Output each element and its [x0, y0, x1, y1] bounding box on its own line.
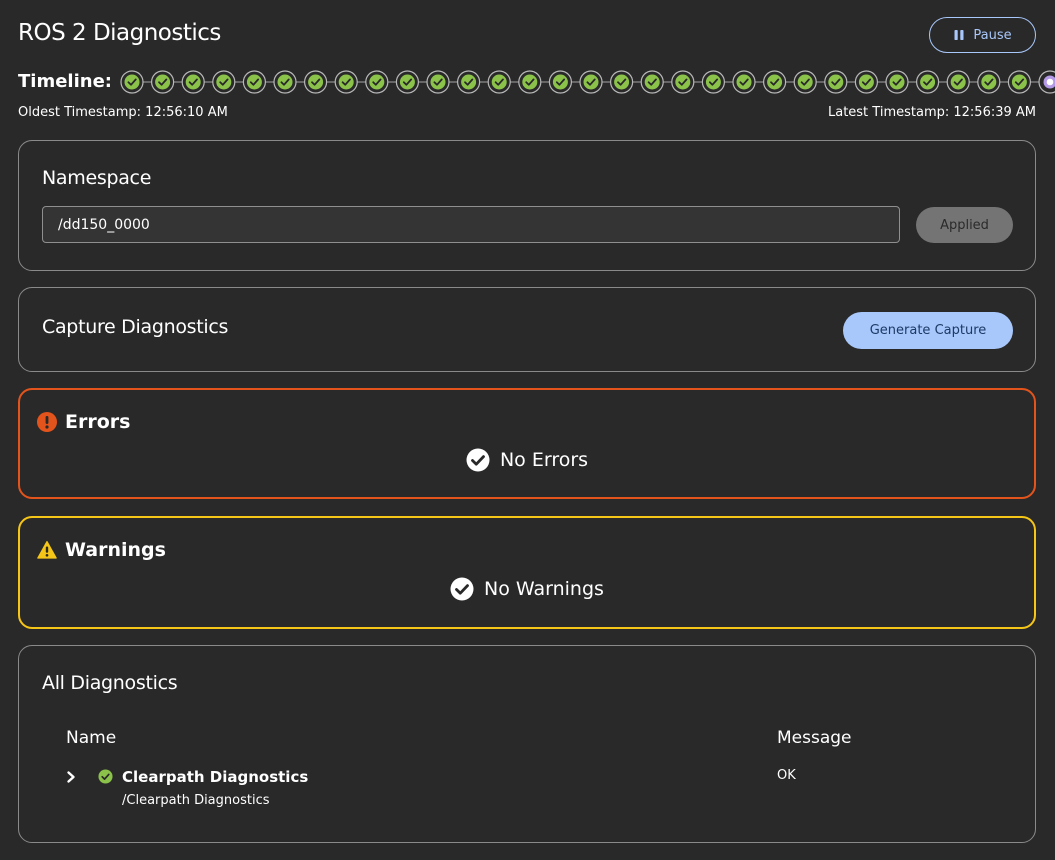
timeline-point-ok[interactable]	[212, 70, 236, 94]
all-diagnostics-title: All Diagnostics	[42, 672, 178, 694]
column-header-name: Name	[66, 728, 117, 748]
warning-icon	[37, 540, 57, 559]
warnings-title: Warnings	[65, 539, 166, 561]
timeline-point-ok[interactable]	[304, 70, 328, 94]
capture-card: Capture Diagnostics Generate Capture	[18, 287, 1036, 372]
namespace-title: Namespace	[42, 167, 152, 189]
timeline-point-ok[interactable]	[181, 70, 205, 94]
errors-title: Errors	[65, 411, 131, 433]
oldest-timestamp: Oldest Timestamp: 12:56:10 AM	[18, 105, 228, 120]
timeline-point-ok[interactable]	[640, 70, 664, 94]
timeline-point-ok[interactable]	[671, 70, 695, 94]
timeline-point-ok[interactable]	[150, 70, 175, 94]
pause-button[interactable]: Pause	[929, 17, 1036, 53]
ok-status-icon	[98, 769, 113, 784]
timeline-point-ok[interactable]	[120, 70, 144, 94]
timeline-point-ok[interactable]	[548, 70, 572, 94]
latest-timestamp: Latest Timestamp: 12:56:39 AM	[827, 105, 1036, 120]
timeline-point-ok[interactable]	[824, 70, 848, 94]
check-circle-icon	[450, 577, 474, 601]
timeline-point-ok[interactable]	[732, 70, 756, 94]
no-warnings-label: No Warnings	[484, 578, 604, 600]
timeline-point-ok[interactable]	[793, 70, 817, 94]
capture-title: Capture Diagnostics	[42, 316, 229, 338]
chevron-right-icon[interactable]	[65, 770, 77, 784]
errors-card: Errors No Errors	[18, 388, 1036, 499]
timeline-point-ok[interactable]	[579, 70, 603, 94]
timeline-point-ok[interactable]	[915, 70, 940, 94]
column-header-message: Message	[777, 728, 852, 748]
warnings-card: Warnings No Warnings	[18, 516, 1036, 629]
timeline-point-ok[interactable]	[242, 70, 266, 94]
namespace-input[interactable]	[42, 206, 900, 243]
diagnostic-name: Clearpath Diagnostics	[122, 768, 309, 786]
timeline-point-ok[interactable]	[946, 70, 970, 94]
timeline-point-ok[interactable]	[334, 70, 358, 94]
timeline-point-ok[interactable]	[977, 70, 1001, 94]
namespace-card: Namespace Applied	[18, 140, 1036, 271]
diagnostic-path: /Clearpath Diagnostics	[122, 793, 270, 808]
timeline-point-selected[interactable]	[1038, 70, 1055, 94]
pause-label: Pause	[973, 27, 1012, 43]
timeline-point-ok[interactable]	[426, 70, 450, 94]
applied-button[interactable]: Applied	[916, 207, 1013, 243]
errors-empty-state: No Errors	[20, 448, 1034, 472]
timeline-point-ok[interactable]	[610, 70, 634, 94]
generate-capture-button[interactable]: Generate Capture	[843, 312, 1013, 349]
timeline-point-ok[interactable]	[487, 70, 511, 94]
page-title: ROS 2 Diagnostics	[18, 20, 221, 46]
timeline-point-ok[interactable]	[885, 70, 909, 94]
all-diagnostics-card: All Diagnostics Name Message Clearpath D…	[18, 645, 1036, 843]
no-errors-label: No Errors	[499, 449, 589, 471]
timeline-point-ok[interactable]	[518, 70, 542, 94]
timeline-point-ok[interactable]	[701, 70, 726, 94]
timeline-track	[120, 70, 1055, 94]
timeline-point-ok[interactable]	[395, 70, 419, 94]
timeline	[120, 70, 1055, 94]
diagnostic-message: OK	[777, 768, 796, 783]
timeline-point-ok[interactable]	[365, 70, 389, 94]
timeline-point-ok[interactable]	[457, 70, 481, 94]
timeline-point-ok[interactable]	[762, 70, 787, 94]
timeline-point-ok[interactable]	[273, 70, 297, 94]
warnings-empty-state: No Warnings	[20, 577, 1034, 601]
timeline-point-ok[interactable]	[1007, 70, 1032, 94]
warnings-header: Warnings	[37, 539, 166, 561]
errors-header: Errors	[37, 411, 130, 433]
pause-icon	[954, 30, 964, 40]
check-circle-icon	[466, 448, 490, 472]
error-icon	[37, 412, 57, 432]
timeline-point-ok[interactable]	[854, 70, 879, 94]
timeline-label: Timeline:	[18, 71, 112, 92]
